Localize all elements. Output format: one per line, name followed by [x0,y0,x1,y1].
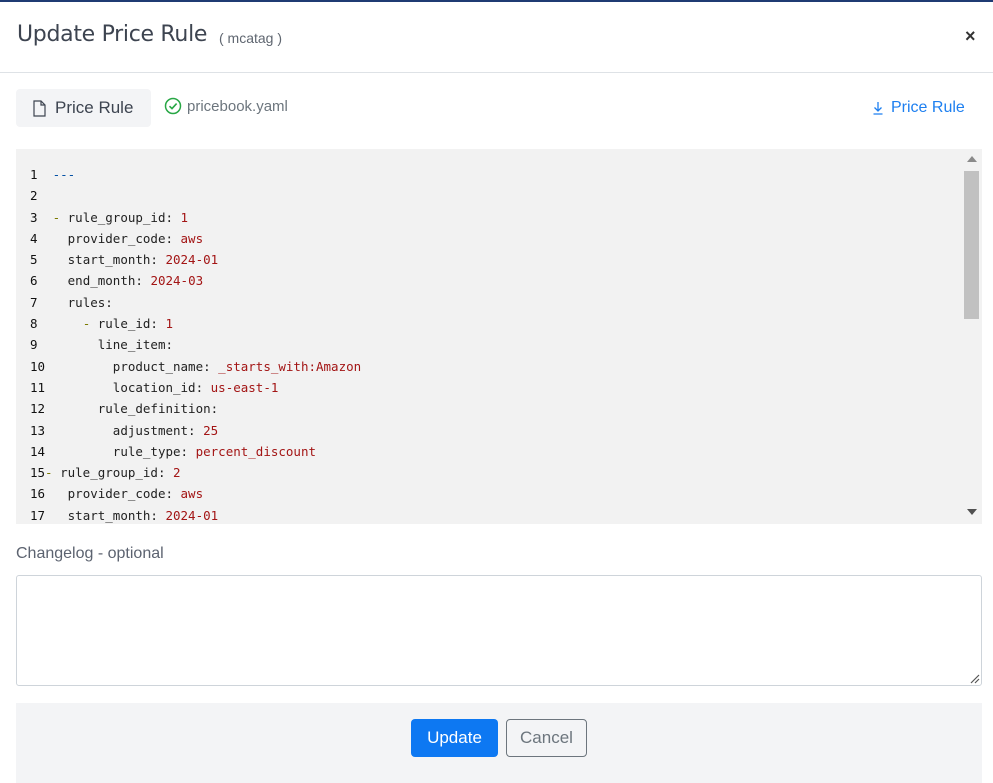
file-status: pricebook.yaml [164,97,288,115]
code-line: 6 end_month: 2024-03 [30,270,361,291]
download-price-rule-link[interactable]: Price Rule [872,99,965,117]
check-circle-icon [164,97,182,115]
yaml-key: start_month: [67,507,158,523]
modal-title: Update Price Rule [17,22,208,47]
code-line: 8 - rule_id: 1 [30,313,361,334]
yaml-value: 2024-01 [165,507,219,523]
yaml-list-dash: - [52,209,68,225]
file-icon [33,99,46,117]
code-line: 2 [30,185,361,206]
yaml-key: end_month: [67,273,143,289]
code-line: 7 rules: [30,292,361,313]
yaml-list-dash: - [45,465,61,481]
file-name-label: pricebook.yaml [187,97,288,115]
close-button[interactable]: × [965,26,976,46]
line-number: 6 [30,273,38,289]
yaml-value: percent_discount [195,443,317,459]
download-label: Price Rule [891,99,965,116]
line-number: 3 [30,209,38,225]
line-number: 15 [30,465,46,481]
yaml-value: _starts_with:Amazon [218,358,362,374]
scroll-thumb[interactable] [964,171,979,319]
yaml-key: location_id: [112,379,204,395]
line-number: 5 [30,252,38,268]
scroll-up-arrow-icon[interactable] [967,156,977,162]
code-line: 3 - rule_group_id: 1 [30,207,361,228]
yaml-value: aws [180,230,204,246]
line-number: 2 [30,188,38,204]
resize-grip-icon[interactable] [968,672,980,684]
yaml-key: rule_definition: [97,401,219,417]
code-line: 12 rule_definition: [30,398,361,419]
yaml-key: rule_group_id: [67,209,173,225]
line-number: 7 [30,294,38,310]
code-line: 10 product_name: _starts_with:Amazon [30,356,361,377]
yaml-key: provider_code: [67,230,173,246]
yaml-key: rule_group_id: [60,465,166,481]
yaml-key: rules: [67,294,113,310]
code-line: 1 --- [30,164,361,185]
code-line: 4 provider_code: aws [30,228,361,249]
line-number: 14 [30,443,46,459]
yaml-value: us-east-1 [210,379,279,395]
line-number: 13 [30,422,46,438]
yaml-key: line_item: [97,337,173,353]
modal-subtitle: ( mcatag ) [219,30,283,46]
modal-header: Update Price Rule ( mcatag ) × [0,2,993,73]
line-number: 1 [30,167,38,182]
line-number: 4 [30,230,38,246]
code-line: 11 location_id: us-east-1 [30,377,361,398]
yaml-code-editor[interactable]: 1 --- 2 3 - rule_group_id: 14 provider_co… [16,149,982,524]
yaml-value: 1 [165,316,174,332]
update-button[interactable]: Update [411,719,498,757]
line-number: 12 [30,401,46,417]
code-line: 17 start_month: 2024-01 [30,505,361,524]
code-line: 16 provider_code: aws [30,483,361,504]
cancel-button[interactable]: Cancel [506,719,587,757]
scroll-down-arrow-icon[interactable] [967,509,977,515]
line-number: 8 [30,316,38,332]
line-number: 10 [30,358,46,374]
file-tab-price-rule[interactable]: Price Rule [16,89,151,127]
yaml-key: provider_code: [67,486,173,502]
editor-scrollbar[interactable] [963,149,980,524]
code-lines: 1 --- 2 3 - rule_group_id: 14 provider_co… [30,164,361,524]
yaml-list-dash: - [82,316,98,332]
yaml-key: rule_id: [97,316,158,332]
code-line: 13 adjustment: 25 [30,420,361,441]
yaml-value: 2024-03 [150,273,204,289]
yaml-key: product_name: [112,358,211,374]
yaml-value: aws [180,486,204,502]
line-number: 11 [30,379,46,395]
yaml-key: rule_type: [112,443,189,459]
changelog-textarea[interactable] [16,575,982,686]
code-line: 5 start_month: 2024-01 [30,249,361,270]
line-number: 17 [30,507,46,523]
modal-footer: Update Cancel [16,703,982,783]
yaml-value: 25 [203,422,219,438]
line-number: 16 [30,486,46,502]
code-line: 14 rule_type: percent_discount [30,441,361,462]
yaml-value: 1 [180,209,189,225]
yaml-key: start_month: [67,252,158,268]
file-tab-label: Price Rule [55,98,134,117]
code-line: 9 line_item: [30,334,361,355]
yaml-key: adjustment: [112,422,196,438]
yaml-value: 2 [173,465,181,481]
yaml-value: 2024-01 [165,252,219,268]
changelog-label: Changelog - optional [16,545,164,562]
code-line: 15- rule_group_id: 2 [30,462,361,483]
yaml-document-start: --- [52,167,76,182]
download-icon [873,102,883,115]
line-number: 9 [30,337,38,353]
